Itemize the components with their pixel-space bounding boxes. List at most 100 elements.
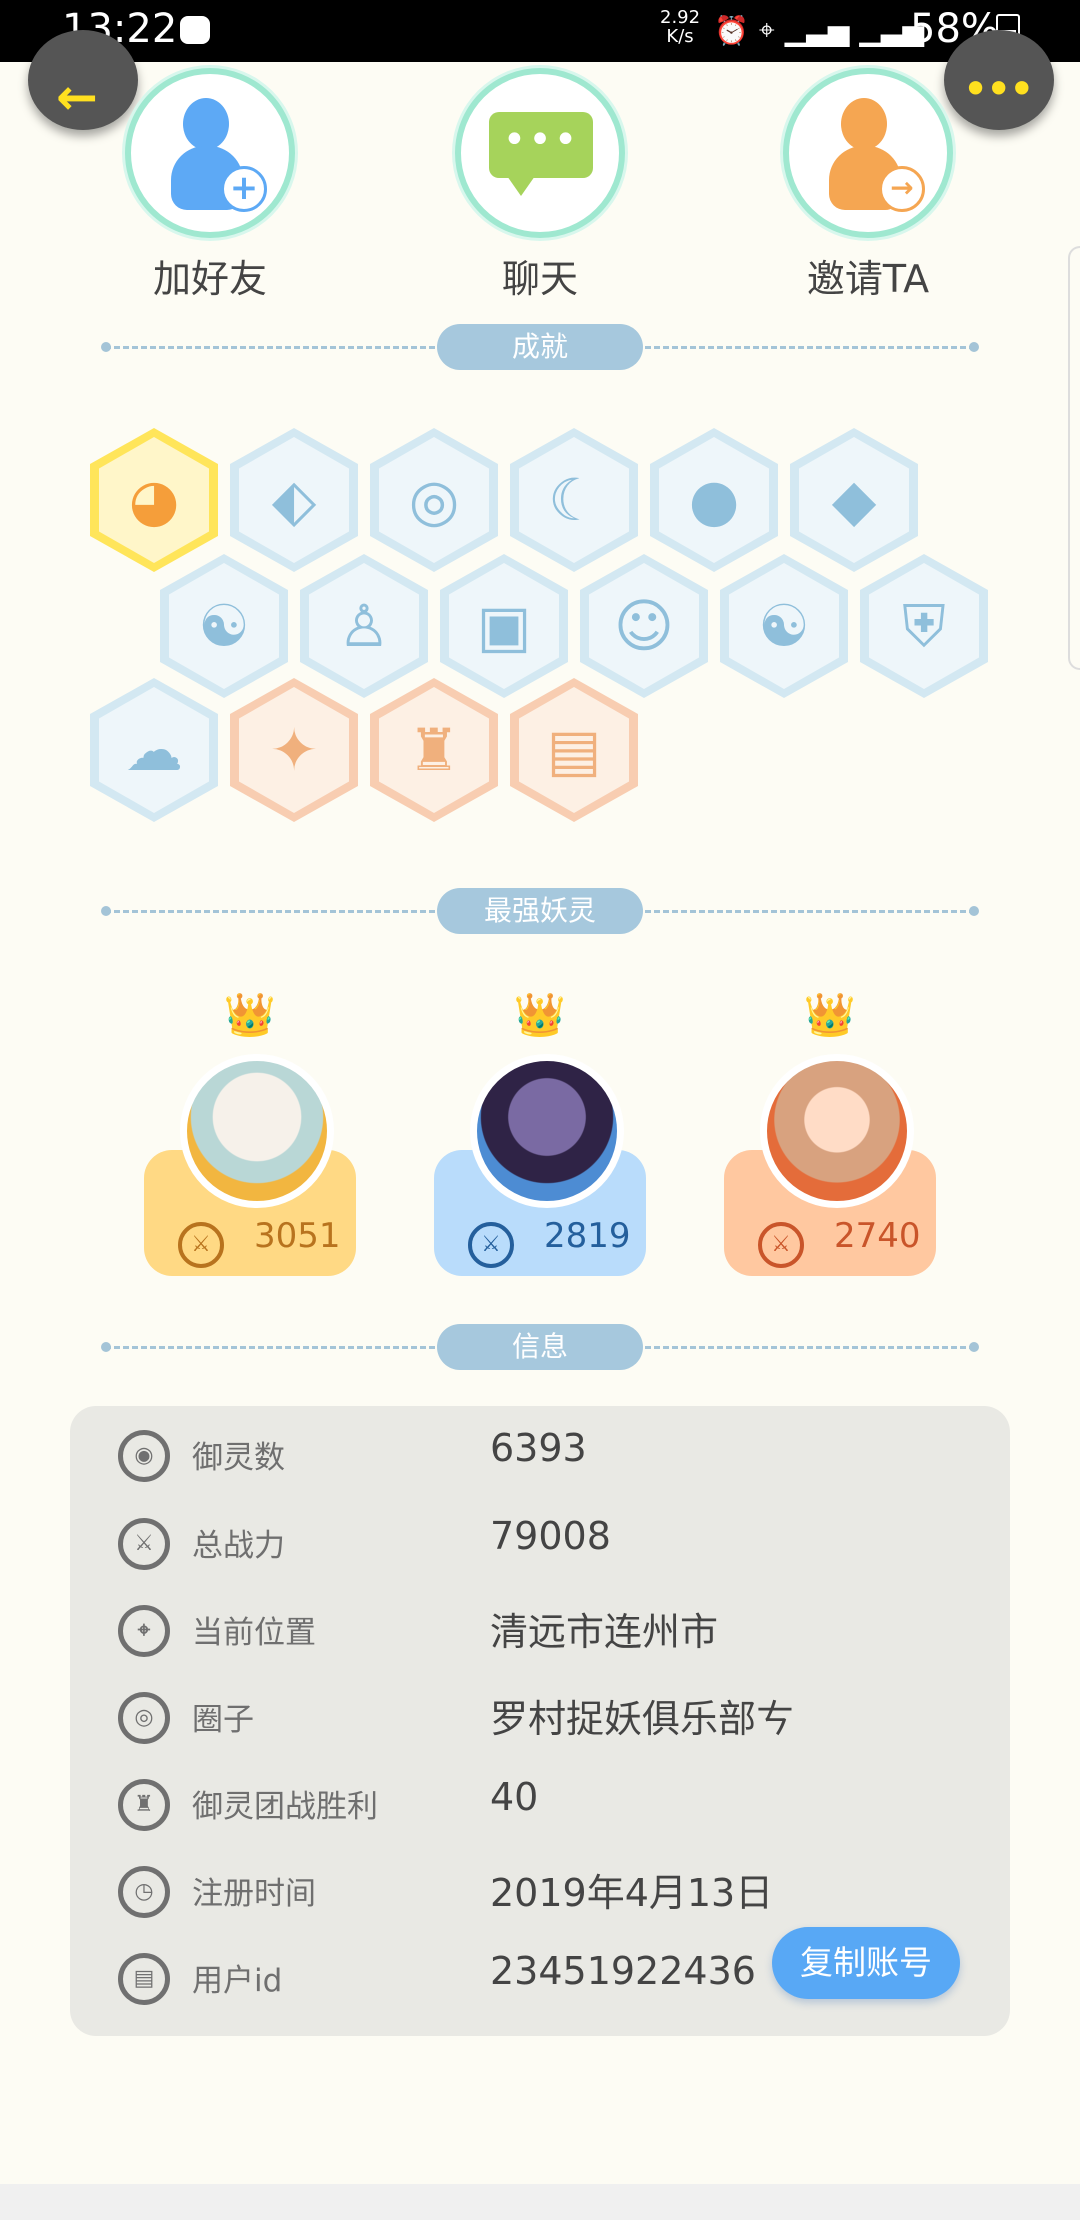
badge-cloud[interactable]: ☁ (90, 678, 218, 822)
badge-cat[interactable]: ☺ (580, 554, 708, 698)
sword-power-icon: ⚔ (758, 1222, 804, 1268)
location-icon: ⌖ (758, 13, 775, 46)
badge-moon[interactable]: ☾ (510, 428, 638, 572)
cart-icon: ▣ (449, 563, 559, 689)
info-value: 6393 (490, 1426, 587, 1470)
chat-icon: ••• (455, 68, 625, 238)
shield-icon: ⛨ (869, 563, 979, 689)
badge-shoe[interactable]: ⬖ (230, 428, 358, 572)
fox-head-icon: ◕ (99, 437, 209, 563)
spirit-avatar (760, 1054, 914, 1208)
info-label: 用户id (192, 1963, 283, 1999)
spirit-power: 2819 (544, 1216, 631, 1256)
location-pin-icon: ⌖ (118, 1605, 170, 1657)
info-value: 40 (490, 1775, 539, 1819)
info-label: 当前位置 (192, 1615, 316, 1651)
crystal-icon: ◆ (799, 437, 909, 563)
invite-icon: → (783, 68, 953, 238)
bronze-crown-icon: 👑 (803, 990, 857, 1039)
info-panel: ◉ 御灵数 6393 ⚔ 总战力 79008 ⌖ 当前位置 清远市连州市 ◎ 圈… (70, 1406, 1010, 2036)
spirit-power: 2740 (834, 1216, 921, 1256)
badge-book[interactable]: ▤ (510, 678, 638, 822)
spirit-power: 3051 (254, 1216, 341, 1256)
info-row-total-power: ⚔ 总战力 79008 (70, 1498, 1010, 1586)
badge-dragon[interactable]: ✦ (230, 678, 358, 822)
badge-yin-yang[interactable]: ☯ (160, 554, 288, 698)
book-icon: ▤ (519, 687, 629, 813)
bottom-bar (0, 2184, 1080, 2220)
info-label: 总战力 (192, 1528, 285, 1564)
silver-crown-icon: 👑 (513, 990, 567, 1039)
spirit-figure-icon: ♙ (309, 563, 419, 689)
info-label: 注册时间 (192, 1876, 316, 1912)
achievement-section-title: 成就 (437, 324, 643, 370)
gold-crown-icon: 👑 (223, 990, 277, 1039)
info-row-circle: ◎ 圈子 罗村捉妖俱乐部ㄘ (70, 1672, 1010, 1760)
add-friend-icon: + (125, 68, 295, 238)
info-value: 清远市连州市 (490, 1610, 719, 1654)
add-friend-action[interactable]: + 加好友 (90, 68, 330, 303)
badge-pin[interactable]: ◎ (370, 428, 498, 572)
spirit-count-icon: ◉ (118, 1430, 170, 1482)
strongest-spirit-section-title: 最强妖灵 (437, 888, 643, 934)
yin-yang-icon: ☯ (169, 563, 279, 689)
network-speed: 2.92 K/s (660, 7, 701, 47)
spirit-card-first[interactable]: 👑 ⚔ 3051 (144, 990, 356, 1276)
alarm-icon: ⏰ (714, 13, 749, 47)
statue-icon: ♜ (379, 687, 489, 813)
game-controller-icon (180, 16, 210, 44)
achievement-grid: ◕ ⬖ ◎ ☾ ● ◆ ☯ ♙ ▣ ☺ ☯ ⛨ ☁ ✦ ♜ ▤ (0, 420, 1080, 840)
strongest-spirit-divider: 最强妖灵 (101, 888, 979, 934)
badge-person[interactable]: ♙ (300, 554, 428, 698)
copy-account-button[interactable]: 复制账号 (772, 1927, 960, 1999)
cloud-spirit-icon: ☁ (99, 687, 209, 813)
add-friend-label: 加好友 (152, 257, 267, 301)
sword-power-icon: ⚔ (468, 1222, 514, 1268)
team-battle-icon: ♜ (118, 1779, 170, 1831)
badge-ball[interactable]: ● (650, 428, 778, 572)
info-label: 御灵数 (192, 1440, 285, 1476)
info-section-title: 信息 (437, 1324, 643, 1370)
target-pin-icon: ◎ (379, 437, 489, 563)
spirit-card-third[interactable]: 👑 ⚔ 2740 (724, 990, 936, 1276)
chat-action[interactable]: ••• 聊天 (420, 68, 660, 303)
info-value[interactable]: 罗村捉妖俱乐部ㄘ (490, 1688, 794, 1743)
info-row-team-battles: ♜ 御灵团战胜利 40 (70, 1759, 1010, 1847)
badge-fox-head[interactable]: ◕ (90, 428, 218, 572)
invite-action[interactable]: → 邀请TA (748, 68, 988, 303)
spirit-avatar (180, 1054, 334, 1208)
info-row-location: ⌖ 当前位置 清远市连州市 (70, 1585, 1010, 1673)
sword-icon: ⚔ (118, 1518, 170, 1570)
id-card-icon: ▤ (118, 1953, 170, 2005)
info-label: 圈子 (192, 1702, 254, 1738)
status-bar: 13:22 2.92 K/s ⏰ ⌖ ▁▃▅ ▁▃▅ 58% (0, 0, 1080, 62)
circle-target-icon: ◎ (118, 1692, 170, 1744)
dragon-icon: ✦ (239, 687, 349, 813)
badge-scroll[interactable]: ☯ (720, 554, 848, 698)
signal-icon: ▁▃▅ (784, 13, 850, 47)
badge-shield[interactable]: ⛨ (860, 554, 988, 698)
invite-label: 邀请TA (806, 257, 930, 301)
achievement-divider: 成就 (101, 324, 979, 370)
info-row-spirit-count: ◉ 御灵数 6393 (70, 1410, 1010, 1498)
shoe-icon: ⬖ (239, 437, 349, 563)
clock-icon: ◷ (118, 1866, 170, 1918)
scroll-edge-handle[interactable] (1068, 246, 1080, 670)
info-divider: 信息 (101, 1324, 979, 1370)
ball-icon: ● (659, 437, 769, 563)
badge-cart[interactable]: ▣ (440, 554, 568, 698)
spirit-avatar (470, 1054, 624, 1208)
info-value: 2019年4月13日 (490, 1871, 774, 1915)
badge-statue[interactable]: ♜ (370, 678, 498, 822)
info-row-user-id: ▤ 用户id 23451922436 复制账号 (70, 1927, 1010, 2021)
info-row-register-time: ◷ 注册时间 2019年4月13日 (70, 1846, 1010, 1934)
badge-crystal[interactable]: ◆ (790, 428, 918, 572)
cat-icon: ☺ (589, 563, 699, 689)
yin-yang-scroll-icon: ☯ (729, 563, 839, 689)
moon-icon: ☾ (519, 437, 629, 563)
chat-label: 聊天 (501, 257, 578, 301)
info-value: 23451922436 (490, 1949, 756, 1993)
spirit-card-second[interactable]: 👑 ⚔ 2819 (434, 990, 646, 1276)
system-icons: ⏰ ⌖ ▁▃▅ ▁▃▅ (714, 10, 924, 50)
sword-power-icon: ⚔ (178, 1222, 224, 1268)
